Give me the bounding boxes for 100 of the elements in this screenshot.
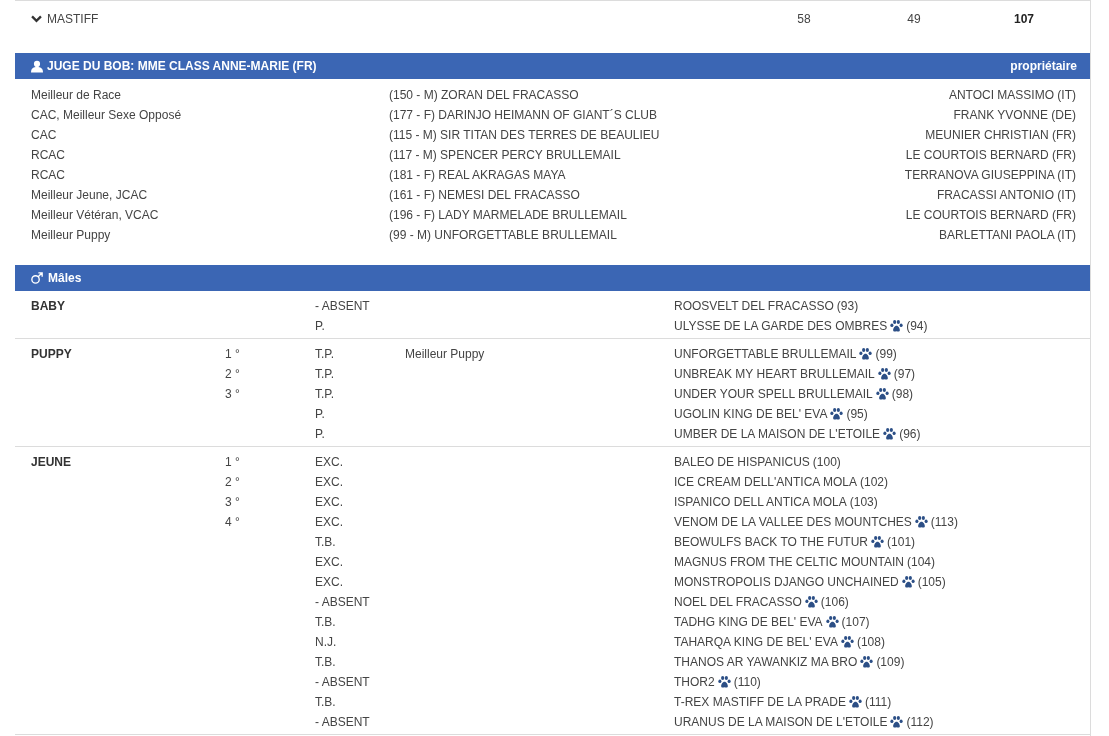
dog-name[interactable]: MONSTROPOLIS DJANGO UNCHAINED: [674, 572, 899, 592]
grade: P.: [315, 427, 325, 441]
grade: - ABSENT: [315, 675, 370, 689]
dog-name[interactable]: UNBREAK MY HEART BRULLEMAIL: [674, 364, 875, 384]
catalog-number: (106): [820, 594, 849, 611]
catalog-number: (103): [849, 494, 878, 511]
dog-name[interactable]: TADHG KING DE BEL' EVA: [674, 612, 823, 632]
catalog-number: (111): [865, 694, 892, 711]
grade: P.: [315, 407, 325, 421]
owner-name: MEUNIER CHRISTIAN (FR): [925, 127, 1076, 144]
catalog-number: (110): [733, 674, 761, 691]
grade: T.P.: [315, 347, 335, 361]
placing: 3 °: [225, 387, 240, 401]
catalog-number: (97): [893, 366, 916, 383]
catalog-number: (112): [906, 714, 934, 731]
grade: EXC.: [315, 455, 343, 469]
catalog-number: (107): [841, 614, 870, 631]
male-symbol-icon: [31, 272, 43, 284]
grade: T.P.: [315, 367, 335, 381]
dog-entry: (115 - M) SIR TITAN DES TERRES DE BEAULIEU: [389, 127, 661, 144]
catalog-number: (101): [887, 534, 916, 551]
dog-entry: (117 - M) SPENCER PERCY BRULLEMAIL: [389, 147, 622, 164]
grade: - ABSENT: [315, 595, 370, 609]
owner-name: LE COURTOIS BERNARD (FR): [905, 147, 1076, 164]
dog-name[interactable]: BEOWULFS BACK TO THE FUTUR: [674, 532, 869, 552]
grade: - ABSENT: [315, 299, 370, 313]
dog-name[interactable]: UNFORGETTABLE BRULLEMAIL: [674, 344, 857, 364]
grade: T.B.: [315, 535, 336, 549]
grade: T.B.: [315, 695, 336, 709]
catalog-number: (109): [876, 654, 905, 671]
award-name: CAC, Meilleur Sexe Opposé: [31, 107, 183, 124]
catalog-number: (95): [846, 406, 868, 423]
award-name: RCAC: [31, 147, 66, 164]
catalog-number: (93): [836, 298, 859, 315]
count-cell-text: 49: [906, 11, 922, 26]
catalog-number: (99): [875, 346, 897, 363]
owner-column-heading: propriétaire: [1010, 59, 1077, 73]
dog-name[interactable]: VENOM DE LA VALLEE DES MOUNTCHES: [674, 512, 912, 532]
judge-title: JUGE DU BOB: MME CLASS ANNE-MARIE (FR): [47, 59, 317, 73]
dog-name[interactable]: UMBER DE LA MAISON DE L'ETOILE: [674, 424, 881, 444]
catalog-number: (108): [856, 634, 885, 651]
user-icon: [31, 59, 43, 73]
dog-entry: (196 - F) LADY MARMELADE BRULLEMAIL: [389, 207, 628, 224]
class-name: JEUNE: [31, 455, 71, 469]
grade: EXC.: [315, 495, 343, 509]
grade: N.J.: [315, 635, 337, 649]
dog-name[interactable]: T-REX MASTIFF DE LA PRADE: [674, 692, 847, 712]
owner-name: BARLETTANI PAOLA (IT): [939, 227, 1076, 244]
dog-name[interactable]: NOEL DEL FRACASSO: [674, 592, 802, 612]
placing: 1 °: [225, 455, 240, 469]
catalog-number: (113): [930, 514, 958, 531]
catalog-number: (98): [891, 386, 914, 403]
section-title: Mâles: [48, 271, 82, 285]
grade: T.B.: [315, 655, 336, 669]
dog-name[interactable]: ULYSSE DE LA GARDE DES OMBRES: [674, 316, 888, 336]
catalog-number: (105): [917, 574, 946, 591]
dog-name[interactable]: UGOLIN KING DE BEL' EVA: [674, 404, 828, 424]
catalog-number: (96): [899, 426, 921, 443]
catalog-number: (102): [860, 474, 888, 491]
total-cell-text: 107: [1013, 11, 1035, 26]
dog-name[interactable]: TAHARQA KING DE BEL' EVA: [674, 632, 838, 652]
owner-name: FRACASSI ANTONIO (IT): [936, 187, 1076, 204]
chevron-down-icon[interactable]: [31, 14, 42, 23]
dog-entry: (181 - F) REAL AKRAGAS MAYA: [389, 167, 567, 184]
grade: T.P.: [315, 387, 335, 401]
grade: P.: [315, 319, 325, 333]
placing: 4 °: [225, 515, 240, 529]
owner-name: LE COURTOIS BERNARD (FR): [905, 207, 1076, 224]
dog-name[interactable]: THANOS AR YAWANKIZ MA BRO: [674, 652, 858, 672]
dog-name[interactable]: BALEO DE HISPANICUS: [674, 452, 810, 472]
award-name: Meilleur Vétéran, VCAC: [31, 207, 160, 224]
dog-name[interactable]: MAGNUS FROM THE CELTIC MOUNTAIN: [674, 552, 904, 572]
award-name: RCAC: [31, 167, 66, 184]
grade: EXC.: [315, 475, 343, 489]
owner-name: TERRANOVA GIUSEPPINA (IT): [904, 167, 1076, 184]
catalog-number: (104): [907, 554, 936, 571]
grade: - ABSENT: [315, 715, 370, 729]
grade: EXC.: [315, 515, 343, 529]
dog-name[interactable]: THOR2: [674, 672, 715, 692]
dog-name[interactable]: ISPANICO DELL ANTICA MOLA: [674, 492, 847, 512]
count-cell-text: 58: [796, 11, 812, 26]
placing: 2 °: [225, 367, 240, 381]
award-name: CAC: [31, 127, 58, 144]
award-name: Meilleur de Race: [31, 87, 123, 104]
award-name: Meilleur Puppy: [31, 227, 112, 244]
dog-name[interactable]: UNDER YOUR SPELL BRULLEMAIL: [674, 384, 873, 404]
catalog-number: (94): [906, 318, 928, 335]
dog-name[interactable]: URANUS DE LA MAISON DE L'ETOILE: [674, 712, 888, 732]
owner-name: ANTOCI MASSIMO (IT): [948, 87, 1076, 104]
grade: EXC.: [315, 555, 343, 569]
class-name: PUPPY: [31, 347, 72, 361]
dog-entry: (177 - F) DARINJO HEIMANN OF GIANT´S CLUB: [389, 107, 659, 124]
catalog-number: (100): [812, 454, 841, 471]
dog-entry: (150 - M) ZORAN DEL FRACASSO: [389, 87, 580, 104]
breed-name[interactable]: MASTIFF: [47, 11, 99, 26]
dog-entry: (161 - F) NEMESI DEL FRACASSO: [389, 187, 581, 204]
dog-name[interactable]: ROOSVELT DEL FRACASSO: [674, 296, 834, 316]
class-name: BABY: [31, 299, 65, 313]
dog-name[interactable]: ICE CREAM DELL'ANTICA MOLA: [674, 472, 857, 492]
grade: EXC.: [315, 575, 343, 589]
